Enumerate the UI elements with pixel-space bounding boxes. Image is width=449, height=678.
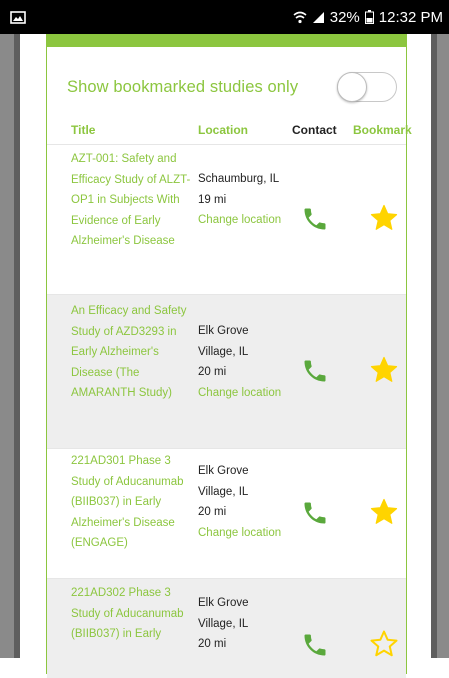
table-header: Title Location Contact Bookmark xyxy=(47,116,412,144)
card-top-band xyxy=(47,34,406,47)
location-distance: 20 mi xyxy=(198,366,227,378)
phone-icon[interactable] xyxy=(300,499,330,527)
wifi-icon xyxy=(293,11,307,23)
clock: 12:32 PM xyxy=(378,8,443,26)
location-city: Elk Grove Village, IL xyxy=(198,325,249,358)
phone-icon[interactable] xyxy=(300,631,330,659)
location-distance: 20 mi xyxy=(198,638,227,650)
status-left xyxy=(10,10,26,24)
column-header-bookmark[interactable]: Bookmark xyxy=(353,123,412,137)
study-location: Elk Grove Village, IL 20 mi xyxy=(198,593,288,655)
study-list: AZT-001: Safety and Efficacy Study of AL… xyxy=(47,144,406,678)
phone-icon[interactable] xyxy=(300,205,330,233)
status-bar: 32% 12:32 PM xyxy=(0,0,449,34)
bookmark-star-icon[interactable] xyxy=(368,355,400,385)
column-header-title[interactable]: Title xyxy=(71,123,95,137)
signal-icon xyxy=(312,11,324,23)
study-title-link[interactable]: AZT-001: Safety and Efficacy Study of AL… xyxy=(71,149,191,252)
study-title-link[interactable]: 221AD301 Phase 3 Study of Aducanumab (BI… xyxy=(71,451,191,554)
study-location: Elk Grove Village, IL 20 mi Change locat… xyxy=(198,461,288,543)
study-title-link[interactable]: 221AD302 Phase 3 Study of Aducanumab (BI… xyxy=(71,583,191,645)
table-row: An Efficacy and Safety Study of AZD3293 … xyxy=(47,294,406,448)
location-distance: 19 mi xyxy=(198,193,227,206)
battery-icon xyxy=(364,10,374,24)
status-right: 32% 12:32 PM xyxy=(293,9,443,26)
screen: Show bookmarked studies only Title Locat… xyxy=(20,34,431,678)
location-city: Schaumburg, IL xyxy=(198,173,280,185)
device-frame-right xyxy=(431,34,449,658)
table-row: 221AD301 Phase 3 Study of Aducanumab (BI… xyxy=(47,448,406,578)
change-location-link[interactable]: Change location xyxy=(198,383,288,404)
bookmark-filter-row: Show bookmarked studies only xyxy=(67,70,397,104)
change-location-link[interactable]: Change location xyxy=(198,210,288,231)
toggle-knob xyxy=(337,72,367,102)
bookmark-star-outline-icon[interactable] xyxy=(368,629,400,659)
bookmark-filter-toggle[interactable] xyxy=(337,72,397,102)
image-notification-icon xyxy=(10,10,26,24)
location-distance: 20 mi xyxy=(198,506,227,518)
column-header-contact: Contact xyxy=(292,123,337,137)
bookmark-star-icon[interactable] xyxy=(368,497,400,527)
device-frame-left xyxy=(0,34,20,658)
table-row: AZT-001: Safety and Efficacy Study of AL… xyxy=(47,144,406,294)
studies-card: Show bookmarked studies only Title Locat… xyxy=(46,34,412,678)
study-title-link[interactable]: An Efficacy and Safety Study of AZD3293 … xyxy=(71,301,191,404)
bookmark-filter-label: Show bookmarked studies only xyxy=(67,77,299,96)
bookmark-star-icon[interactable] xyxy=(368,203,400,233)
column-header-location[interactable]: Location xyxy=(198,123,248,137)
table-row: 221AD302 Phase 3 Study of Aducanumab (BI… xyxy=(47,578,406,678)
phone-icon[interactable] xyxy=(300,357,330,385)
study-location: Elk Grove Village, IL 20 mi Change locat… xyxy=(198,321,288,403)
change-location-link[interactable]: Change location xyxy=(198,523,288,544)
location-city: Elk Grove Village, IL xyxy=(198,465,249,498)
battery-percent: 32% xyxy=(329,8,360,26)
location-city: Elk Grove Village, IL xyxy=(198,597,249,630)
study-location: Schaumburg, IL 19 mi Change location xyxy=(198,169,288,231)
